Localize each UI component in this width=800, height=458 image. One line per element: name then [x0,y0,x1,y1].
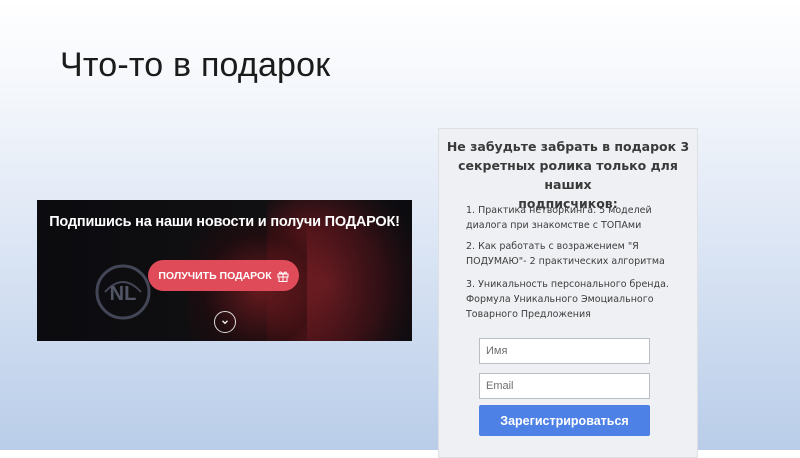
video-item-line: 3. Уникальность персонального бренда. [466,279,669,290]
banner-heading: Подпишись на наши новости и получи ПОДАР… [49,214,400,230]
video-item-line: Формула Уникального Эмоциального [466,294,654,305]
banner-logo-text: NL [110,283,137,305]
video-item-3: 3. Уникальность персонального бренда. Фо… [466,277,691,322]
video-item-1: 1. Практика нетворкинга. 5 моделей диало… [466,203,691,233]
video-item-line: ПОДУМАЮ"- 2 практических алгоритма [466,256,665,267]
get-gift-button[interactable]: ПОЛУЧИТЬ ПОДАРОК [148,260,299,291]
form-heading-line: Не забудьте забрать в подарок 3 [446,139,690,154]
video-item-line: 1. Практика нетворкинга. 5 моделей [466,205,652,216]
get-gift-label: ПОЛУЧИТЬ ПОДАРОК [158,269,272,282]
gift-icon [277,270,289,282]
register-button[interactable]: Зарегистрироваться [479,405,650,436]
banner-logo: NL [95,264,151,320]
chevron-down-icon [222,320,228,325]
subscribe-banner: NL Подпишись на наши новости и получи ПО… [37,200,412,341]
slide-title: Что-то в подарок [60,46,331,84]
email-field[interactable] [479,373,650,399]
video-item-line: 2. Как работать с возражением "Я [466,241,639,252]
name-field[interactable] [479,338,650,364]
signup-form-panel: Не забудьте забрать в подарок 3 секретны… [438,128,698,458]
form-heading-line: секретных ролика только для наших [458,158,678,192]
video-item-2: 2. Как работать с возражением "Я ПОДУМАЮ… [466,239,691,269]
video-item-line: диалога при знакомстве с ТОПАми [466,220,642,231]
video-item-line: Товарного Предложения [466,309,591,320]
form-heading: Не забудьте забрать в подарок 3 секретны… [439,137,697,213]
scroll-down-button[interactable] [214,311,236,333]
